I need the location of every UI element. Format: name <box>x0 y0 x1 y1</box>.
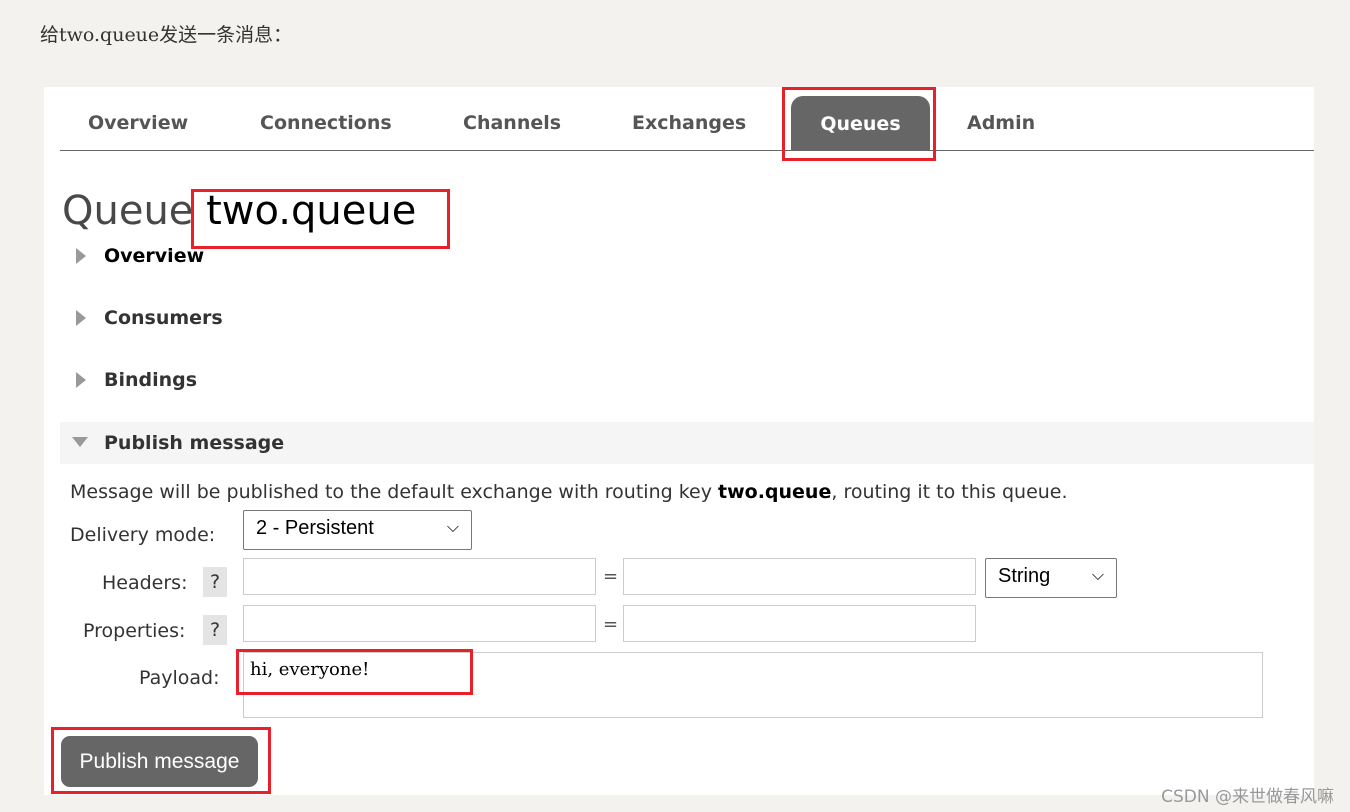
properties-help-button[interactable]: ? <box>203 615 227 645</box>
caret-down-icon <box>72 437 88 447</box>
tab-overview[interactable]: Overview <box>88 112 188 134</box>
highlight-box <box>51 727 271 794</box>
info-text: Message will be published to the default… <box>70 481 719 503</box>
section-label: Publish message <box>104 432 285 454</box>
tab-connections[interactable]: Connections <box>260 112 392 134</box>
watermark: CSDN @来世做春风嘛 <box>1161 787 1334 807</box>
chevron-down-icon: ⌵ <box>446 519 459 536</box>
highlight-box <box>191 189 450 249</box>
delivery-mode-label: Delivery mode: <box>70 524 216 546</box>
headers-help-button[interactable]: ? <box>203 567 227 597</box>
tab-exchanges[interactable]: Exchanges <box>632 112 746 134</box>
section-label: Bindings <box>104 369 198 391</box>
header-value-input[interactable] <box>623 558 976 595</box>
properties-label: Properties: <box>83 620 186 642</box>
intro-text: 给two.queue发送一条消息： <box>40 24 293 46</box>
equals-sign: = <box>603 614 619 635</box>
section-label: Overview <box>104 245 205 267</box>
publish-info: Message will be published to the default… <box>70 481 1068 503</box>
section-overview[interactable]: Overview <box>76 245 204 267</box>
highlight-box <box>236 649 473 695</box>
caret-right-icon <box>76 372 86 388</box>
header-key-input[interactable] <box>243 558 596 595</box>
header-type-value: String <box>998 565 1051 587</box>
delivery-mode-value: 2 - Persistent <box>256 517 374 539</box>
header-type-select[interactable]: String ⌵ <box>985 558 1117 598</box>
routing-key: two.queue <box>718 481 832 503</box>
property-value-input[interactable] <box>623 605 976 642</box>
section-bindings[interactable]: Bindings <box>76 369 197 391</box>
caret-right-icon <box>76 310 86 326</box>
property-key-input[interactable] <box>243 605 596 642</box>
payload-label: Payload: <box>139 667 220 689</box>
section-publish[interactable]: Publish message <box>72 432 284 454</box>
section-consumers[interactable]: Consumers <box>76 307 223 329</box>
tab-divider <box>60 150 1314 151</box>
chevron-down-icon: ⌵ <box>1091 567 1104 584</box>
equals-sign: = <box>603 566 619 587</box>
highlight-box <box>782 87 936 161</box>
delivery-mode-select[interactable]: 2 - Persistent ⌵ <box>243 510 472 550</box>
tab-channels[interactable]: Channels <box>463 112 561 134</box>
title-prefix: Queue <box>62 188 194 234</box>
caret-right-icon <box>76 248 86 264</box>
info-text: , routing it to this queue. <box>831 481 1068 503</box>
section-label: Consumers <box>104 307 223 329</box>
headers-label: Headers: <box>102 572 188 594</box>
tab-admin[interactable]: Admin <box>967 112 1035 134</box>
